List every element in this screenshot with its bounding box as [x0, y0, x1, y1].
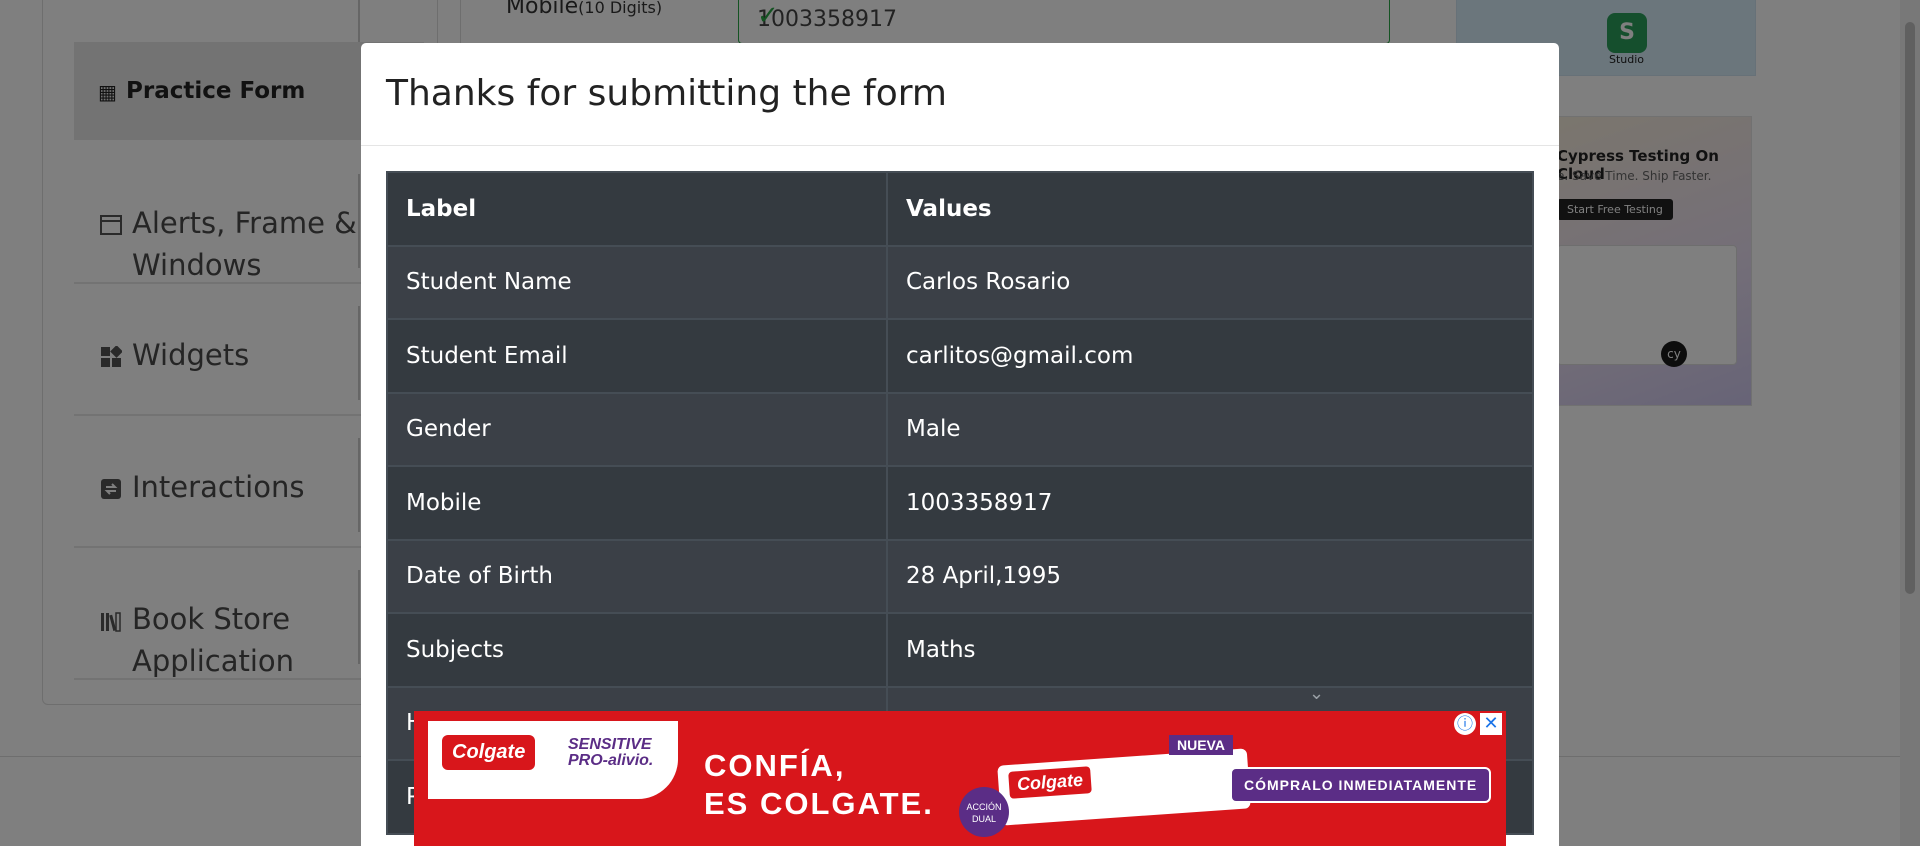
row-label: Gender — [386, 391, 888, 467]
ad-banner-colgate[interactable]: Colgate SENSITIVE PRO-alivio. CONFÍA, ES… — [414, 711, 1506, 846]
row-label: Student Email — [386, 318, 888, 394]
ad-cta-button[interactable]: CÓMPRALO INMEDIATAMENTE — [1230, 767, 1492, 803]
ad-headline-line1: CONFÍA, — [704, 748, 846, 783]
row-label: Student Name — [386, 244, 888, 320]
close-icon[interactable]: ✕ — [1480, 713, 1502, 735]
column-header-values: Values — [886, 171, 1534, 247]
table-row: Student Name Carlos Rosario — [386, 244, 1534, 320]
ad-logo-box: Colgate SENSITIVE PRO-alivio. — [428, 721, 678, 799]
modal-header: Thanks for submitting the form — [361, 43, 1559, 146]
row-label: Date of Birth — [386, 538, 888, 614]
accion-dual-badge: ACCIÓN DUAL — [959, 787, 1009, 837]
table-row: Mobile 1003358917 — [386, 465, 1534, 541]
row-value: 1003358917 — [886, 465, 1534, 541]
table-row: Student Email carlitos@gmail.com — [386, 318, 1534, 394]
ad-headline: CONFÍA, ES COLGATE. — [704, 747, 934, 823]
colgate-logo: Colgate — [442, 735, 536, 770]
row-value: 28 April,1995 — [886, 538, 1534, 614]
row-value: Male — [886, 391, 1534, 467]
row-value: Carlos Rosario — [886, 244, 1534, 320]
row-value: Maths — [886, 612, 1534, 688]
modal-title: Thanks for submitting the form — [386, 73, 947, 114]
product-brand: Colgate — [1008, 766, 1092, 799]
row-label: Subjects — [386, 612, 888, 688]
table-row: Gender Male — [386, 391, 1534, 467]
row-value: carlitos@gmail.com — [886, 318, 1534, 394]
sensitive-logo: SENSITIVE PRO-alivio. — [568, 736, 654, 769]
column-header-label: Label — [386, 171, 888, 247]
table-row: Subjects Maths — [386, 612, 1534, 688]
ad-headline-line2: ES COLGATE. — [704, 786, 934, 821]
row-label: Mobile — [386, 465, 888, 541]
product-image: Colgate NUEVA ACCIÓN DUAL — [959, 735, 1259, 837]
info-icon[interactable]: ⓘ — [1454, 713, 1476, 735]
table-row: Date of Birth 28 April,1995 — [386, 538, 1534, 614]
chevron-down-icon[interactable]: ⌄ — [1309, 683, 1324, 704]
table-header-row: Label Values — [386, 171, 1534, 247]
nueva-badge: NUEVA — [1169, 735, 1233, 755]
